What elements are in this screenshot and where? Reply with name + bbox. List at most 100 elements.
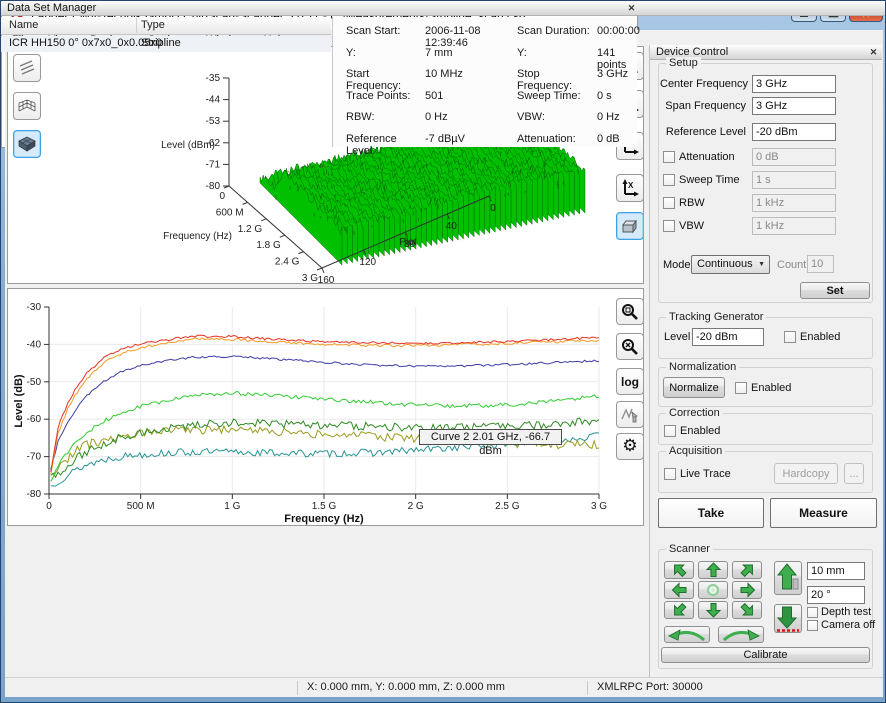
calibrate-button[interactable]: Calibrate xyxy=(661,647,870,663)
sweep-time-field xyxy=(752,171,836,189)
sweep-time-label: Sweep Time xyxy=(679,174,740,186)
normalize-button[interactable]: Normalize xyxy=(663,377,725,398)
attenuation-field xyxy=(752,148,836,166)
statusbar-divider xyxy=(297,681,298,695)
svg-text:3 G: 3 G xyxy=(591,501,607,512)
set-button[interactable]: Set xyxy=(800,282,870,299)
correction-legend: Correction xyxy=(666,407,723,419)
svg-text:-50: -50 xyxy=(27,377,42,388)
dataset-name-cell: ICR HH150 0° 0x7x0_0x0.05x0 xyxy=(9,37,162,49)
device-control-close-icon[interactable]: ✕ xyxy=(867,46,880,59)
scan-info-value: 7 mm xyxy=(425,47,517,69)
probe-down-button[interactable] xyxy=(774,604,802,633)
span-frequency-field[interactable] xyxy=(752,97,836,115)
svg-text:-70: -70 xyxy=(27,452,42,463)
depth-test-checkbox[interactable] xyxy=(807,607,818,618)
zoom-cancel-button[interactable] xyxy=(616,333,644,360)
wireframe-style-button[interactable] xyxy=(13,92,41,120)
reference-level-label: Reference Level xyxy=(660,126,746,138)
move-up-right-button[interactable] xyxy=(732,561,762,579)
move-right-button[interactable] xyxy=(732,581,762,599)
axis-x-view-button[interactable]: X xyxy=(616,174,644,202)
dataset-row[interactable]: ICR HH150 0° 0x7x0_0x0.05x0 Stripline xyxy=(1,36,331,52)
move-down-button[interactable] xyxy=(698,601,728,619)
scan-info-grid: Scan Start:2006-11-08 12:39:46Scan Durat… xyxy=(332,17,637,147)
column-divider xyxy=(136,18,137,33)
count-field xyxy=(807,255,834,273)
mode-select[interactable]: Continuous ▼ xyxy=(691,255,770,274)
svg-text:40: 40 xyxy=(446,221,458,232)
zoom-cancel-icon xyxy=(620,337,640,357)
hardcopy-more-button: ... xyxy=(844,463,864,484)
move-left-button[interactable] xyxy=(664,581,694,599)
surface-style-button[interactable] xyxy=(13,130,41,158)
line-style-button[interactable] xyxy=(13,54,41,82)
rbw-field xyxy=(752,194,836,212)
tg-enabled-checkbox[interactable] xyxy=(784,331,796,343)
reference-level-field[interactable] xyxy=(752,123,836,141)
tg-level-field[interactable] xyxy=(692,328,764,346)
surface-style-icon xyxy=(18,135,36,153)
move-down-right-button[interactable] xyxy=(732,601,762,619)
normalization-enabled-label: Enabled xyxy=(751,382,791,394)
scan-info-value: 10 MHz xyxy=(425,68,517,90)
move-up-left-button[interactable] xyxy=(664,561,694,579)
svg-text:-30: -30 xyxy=(27,302,42,313)
marker-pick-button[interactable] xyxy=(616,401,644,428)
svg-text:1.5 G: 1.5 G xyxy=(312,501,337,512)
plot-settings-button[interactable]: ⚙ xyxy=(616,433,644,460)
svg-text:2.4 G: 2.4 G xyxy=(275,257,300,268)
position-status: X: 0.000 mm, Y: 0.000 mm, Z: 0.000 mm xyxy=(307,681,505,693)
svg-text:2 G: 2 G xyxy=(408,501,424,512)
svg-text:1 G: 1 G xyxy=(224,501,240,512)
step-size-field[interactable] xyxy=(807,562,865,580)
move-down-left-button[interactable] xyxy=(664,601,694,619)
take-button[interactable]: Take xyxy=(658,498,764,528)
live-trace-label: Live Trace xyxy=(680,468,731,480)
correction-enabled-checkbox[interactable] xyxy=(664,425,676,437)
scan-info-label: RBW: xyxy=(346,111,425,133)
tg-level-label: Level xyxy=(664,331,690,343)
move-center-button[interactable] xyxy=(698,581,728,599)
center-frequency-field[interactable] xyxy=(752,75,836,93)
sweep-time-checkbox[interactable] xyxy=(663,174,675,186)
svg-text:Frequency (Hz): Frequency (Hz) xyxy=(284,513,364,525)
rbw-checkbox[interactable] xyxy=(663,197,675,209)
normalization-enabled-checkbox[interactable] xyxy=(735,382,747,394)
camera-off-label: Camera off xyxy=(821,619,875,631)
scan-info-label: Stop Frequency: xyxy=(517,68,597,90)
svg-text:-40: -40 xyxy=(27,339,42,350)
log-scale-button[interactable]: log xyxy=(616,368,644,395)
svg-text:160: 160 xyxy=(318,275,335,283)
center-frequency-label: Center Frequency xyxy=(660,78,746,90)
zoom-region-button[interactable] xyxy=(616,298,644,325)
camera-off-checkbox[interactable] xyxy=(807,620,818,631)
rotate-cw-button[interactable] xyxy=(718,626,764,643)
svg-text:2.5 G: 2.5 G xyxy=(495,501,520,512)
svg-text:-71: -71 xyxy=(206,159,221,170)
device-control-panel: Device Control ✕ Setup Center Frequency … xyxy=(649,45,882,677)
vbw-checkbox[interactable] xyxy=(663,220,675,232)
column-header-name[interactable]: Name xyxy=(9,19,38,31)
span-frequency-label: Span Frequency xyxy=(660,100,746,112)
svg-text:0: 0 xyxy=(46,501,52,512)
move-up-button[interactable] xyxy=(698,561,728,579)
svg-text:X: X xyxy=(628,181,634,190)
tracking-generator-legend: Tracking Generator xyxy=(666,311,766,323)
attenuation-checkbox[interactable] xyxy=(663,151,675,163)
rotate-ccw-button[interactable] xyxy=(664,626,710,643)
rbw-label: RBW xyxy=(679,197,705,209)
live-trace-checkbox[interactable] xyxy=(664,468,676,480)
angle-step-field[interactable] xyxy=(807,586,865,604)
probe-up-button[interactable] xyxy=(774,561,802,595)
view-3d-button[interactable] xyxy=(616,212,644,240)
log-button-label: log xyxy=(621,375,639,389)
svg-text:1.2 G: 1.2 G xyxy=(238,224,263,235)
arrow-ne-icon xyxy=(735,562,760,578)
data-set-manager-close-icon[interactable]: ✕ xyxy=(625,2,638,15)
zoom-region-icon xyxy=(620,302,640,322)
column-header-type[interactable]: Type xyxy=(141,19,165,31)
svg-text:1.8 G: 1.8 G xyxy=(256,240,281,251)
measure-button[interactable]: Measure xyxy=(770,498,877,528)
scan-info-value: -7 dBµV xyxy=(425,133,517,155)
